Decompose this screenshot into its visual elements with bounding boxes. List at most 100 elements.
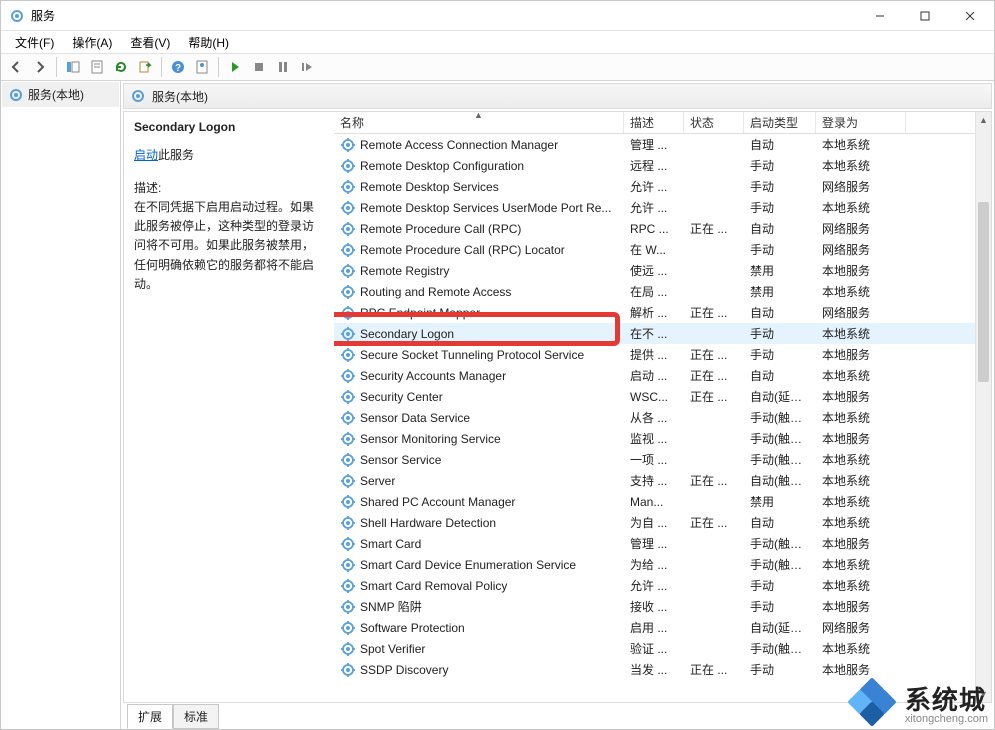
service-startup-type: 自动: [744, 304, 816, 321]
service-startup-type: 手动: [744, 577, 816, 594]
service-row[interactable]: Software Protection启用 ...自动(延迟 ...网络服务: [334, 617, 975, 638]
vertical-scrollbar[interactable]: ▲ ▼: [975, 112, 991, 702]
service-startup-type: 手动: [744, 199, 816, 216]
description-label: 描述:: [134, 179, 324, 196]
help-index-button[interactable]: [191, 56, 213, 78]
service-logon-as: 本地系统: [816, 136, 906, 153]
service-status: 正在 ...: [684, 661, 744, 678]
service-row[interactable]: Sensor Monitoring Service监视 ...手动(触发 ...…: [334, 428, 975, 449]
service-row[interactable]: Remote Procedure Call (RPC) Locator在 W..…: [334, 239, 975, 260]
column-header-description[interactable]: 描述: [624, 112, 684, 133]
service-logon-as: 本地系统: [816, 514, 906, 531]
service-startup-type: 手动: [744, 661, 816, 678]
service-row[interactable]: SNMP 陷阱接收 ...手动本地服务: [334, 596, 975, 617]
service-row[interactable]: Secure Socket Tunneling Protocol Service…: [334, 344, 975, 365]
column-header-name[interactable]: 名称 ▲: [334, 112, 624, 133]
column-header-startup-type[interactable]: 启动类型: [744, 112, 816, 133]
service-name: Spot Verifier: [360, 642, 425, 656]
service-startup-type: 自动: [744, 136, 816, 153]
service-row[interactable]: Remote Desktop Configuration远程 ...手动本地系统: [334, 155, 975, 176]
service-name: Remote Desktop Services UserMode Port Re…: [360, 201, 611, 215]
pause-service-button[interactable]: [272, 56, 294, 78]
menu-action[interactable]: 操作(A): [64, 32, 120, 53]
service-description: 启用 ...: [624, 619, 684, 636]
service-status: 正在 ...: [684, 388, 744, 405]
service-description: 从各 ...: [624, 409, 684, 426]
minimize-button[interactable]: [857, 1, 902, 30]
service-logon-as: 本地系统: [816, 577, 906, 594]
show-hide-tree-button[interactable]: [62, 56, 84, 78]
service-logon-as: 本地服务: [816, 430, 906, 447]
service-startup-type: 自动(延迟 ...: [744, 619, 816, 636]
service-startup-type: 手动(触发 ...: [744, 430, 816, 447]
column-header-logon-as[interactable]: 登录为: [816, 112, 906, 133]
stop-service-button[interactable]: [248, 56, 270, 78]
toolbar-separator: [218, 57, 219, 77]
service-description: 允许 ...: [624, 199, 684, 216]
start-service-button[interactable]: [224, 56, 246, 78]
service-name: Secure Socket Tunneling Protocol Service: [360, 348, 584, 362]
service-row[interactable]: RPC Endpoint Mapper解析 ...正在 ...自动网络服务: [334, 302, 975, 323]
service-row[interactable]: Shell Hardware Detection为自 ...正在 ...自动本地…: [334, 512, 975, 533]
properties-button[interactable]: [86, 56, 108, 78]
service-row[interactable]: Remote Procedure Call (RPC)RPC ...正在 ...…: [334, 218, 975, 239]
service-row[interactable]: Smart Card管理 ...手动(触发 ...本地服务: [334, 533, 975, 554]
service-description: 启动 ...: [624, 367, 684, 384]
service-status: 正在 ...: [684, 220, 744, 237]
scroll-down-button[interactable]: ▼: [976, 686, 991, 702]
service-description: 支持 ...: [624, 472, 684, 489]
service-row[interactable]: Smart Card Removal Policy允许 ...手动本地系统: [334, 575, 975, 596]
maximize-button[interactable]: [902, 1, 947, 30]
scroll-up-button[interactable]: ▲: [976, 112, 991, 128]
service-row[interactable]: Sensor Service一项 ...手动(触发 ...本地系统: [334, 449, 975, 470]
service-name: Remote Desktop Configuration: [360, 159, 524, 173]
service-description: 在局 ...: [624, 283, 684, 300]
column-header-status[interactable]: 状态: [684, 112, 744, 133]
service-row[interactable]: Remote Access Connection Manager管理 ...自动…: [334, 134, 975, 155]
menu-file[interactable]: 文件(F): [7, 32, 62, 53]
help-button[interactable]: ?: [167, 56, 189, 78]
service-row[interactable]: Security CenterWSC...正在 ...自动(延迟 ...本地服务: [334, 386, 975, 407]
service-row[interactable]: Routing and Remote Access在局 ...禁用本地系统: [334, 281, 975, 302]
start-service-link[interactable]: 启动: [134, 148, 158, 162]
service-logon-as: 本地服务: [816, 598, 906, 615]
tab-extended[interactable]: 扩展: [127, 704, 173, 729]
menu-help[interactable]: 帮助(H): [180, 32, 237, 53]
service-row[interactable]: Security Accounts Manager启动 ...正在 ...自动本…: [334, 365, 975, 386]
service-logon-as: 本地系统: [816, 556, 906, 573]
restart-service-button[interactable]: [296, 56, 318, 78]
service-row[interactable]: Secondary Logon在不 ...手动本地系统: [334, 323, 975, 344]
service-startup-type: 自动: [744, 220, 816, 237]
service-startup-type: 自动(延迟 ...: [744, 388, 816, 405]
service-row[interactable]: Remote Registry使远 ...禁用本地服务: [334, 260, 975, 281]
service-name: Smart Card: [360, 537, 421, 551]
service-row[interactable]: Smart Card Device Enumeration Service为给 …: [334, 554, 975, 575]
tree-item-services-local[interactable]: 服务(本地): [2, 82, 119, 107]
service-row[interactable]: Shared PC Account ManagerMan...禁用本地系统: [334, 491, 975, 512]
service-startup-type: 手动(触发 ...: [744, 451, 816, 468]
close-button[interactable]: [947, 1, 992, 30]
scroll-thumb[interactable]: [978, 202, 989, 382]
refresh-button[interactable]: [110, 56, 132, 78]
service-startup-type: 禁用: [744, 262, 816, 279]
service-row[interactable]: Remote Desktop Services UserMode Port Re…: [334, 197, 975, 218]
export-list-button[interactable]: [134, 56, 156, 78]
service-status: 正在 ...: [684, 346, 744, 363]
service-row[interactable]: Spot Verifier验证 ...手动(触发 ...本地系统: [334, 638, 975, 659]
service-name: Sensor Data Service: [360, 411, 470, 425]
service-row[interactable]: Sensor Data Service从各 ...手动(触发 ...本地系统: [334, 407, 975, 428]
service-startup-type: 手动: [744, 346, 816, 363]
service-description: 管理 ...: [624, 535, 684, 552]
service-row[interactable]: Remote Desktop Services允许 ...手动网络服务: [334, 176, 975, 197]
back-button[interactable]: [5, 56, 27, 78]
service-startup-type: 手动(触发 ...: [744, 556, 816, 573]
service-row[interactable]: Server支持 ...正在 ...自动(触发 ...本地系统: [334, 470, 975, 491]
menu-view[interactable]: 查看(V): [122, 32, 178, 53]
service-logon-as: 本地系统: [816, 325, 906, 342]
service-logon-as: 本地系统: [816, 472, 906, 489]
service-startup-type: 禁用: [744, 493, 816, 510]
tab-standard[interactable]: 标准: [173, 704, 219, 729]
titlebar: 服务: [1, 1, 994, 31]
service-row[interactable]: SSDP Discovery当发 ...正在 ...手动本地服务: [334, 659, 975, 680]
forward-button[interactable]: [29, 56, 51, 78]
